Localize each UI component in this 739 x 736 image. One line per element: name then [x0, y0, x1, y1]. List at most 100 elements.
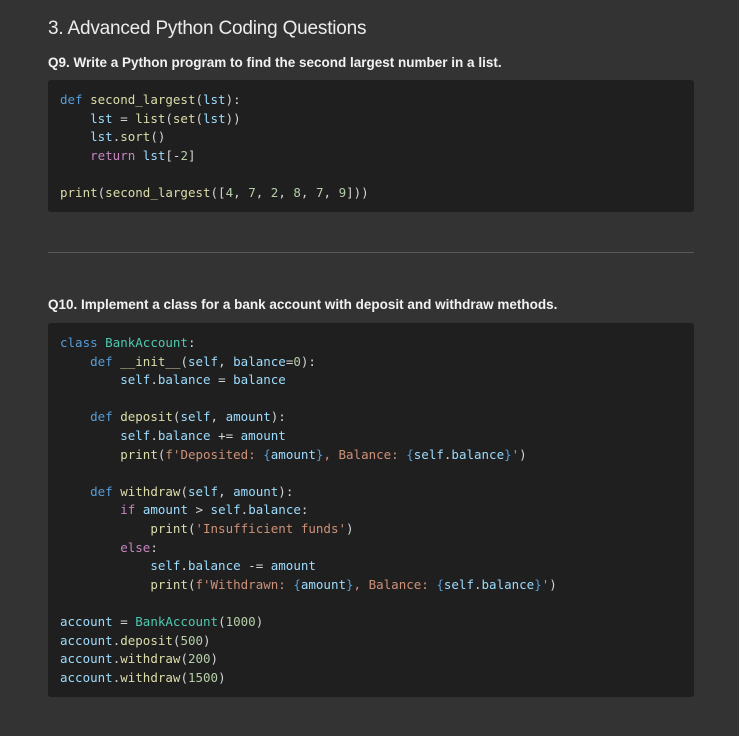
code-token: 500 [180, 632, 204, 648]
code-token: [- [165, 147, 181, 163]
code-token: ([ [210, 184, 226, 200]
code-token: amount [300, 576, 347, 592]
code-token: account [60, 632, 113, 648]
code-token: ( [180, 353, 188, 369]
code-line: self.balance = balance [60, 371, 682, 390]
code-token: = [210, 372, 234, 388]
code-token: , [218, 353, 234, 369]
code-token: = [112, 110, 136, 126]
code-line: else: [60, 539, 682, 558]
code-token: amount [233, 483, 279, 499]
code-token: ( [180, 669, 188, 685]
code-token: . [150, 372, 158, 388]
code-token: self [187, 483, 219, 499]
code-token: __init__ [120, 353, 181, 369]
code-line: print(f'Deposited: {amount}, Balance: {s… [60, 446, 682, 465]
code-token: : [300, 502, 309, 518]
code-token: , [300, 184, 316, 200]
code-token: ( [180, 483, 188, 499]
code-block-q9: def second_largest(lst): lst = list(set(… [48, 80, 694, 212]
code-token: ) [210, 651, 219, 667]
code-token: print [150, 520, 188, 536]
code-token: sort [120, 129, 151, 145]
code-token: self [150, 558, 181, 574]
code-token: print [150, 576, 188, 592]
code-token: . [473, 576, 482, 592]
code-token: 9 [338, 184, 347, 200]
code-token: self [187, 353, 219, 369]
code-line: self.balance -= amount [60, 557, 682, 576]
code-token: += [210, 427, 241, 443]
code-token: account [60, 669, 113, 685]
code-token: balance [248, 502, 301, 518]
code-token: ( [195, 92, 203, 107]
code-token: balance [451, 446, 505, 462]
code-token: . [180, 558, 188, 574]
code-token: lst [203, 110, 226, 126]
code-token: = [112, 613, 136, 629]
question-q10: Q10. Implement a class for a bank accoun… [48, 297, 558, 312]
code-token: ( [165, 110, 173, 126]
code-token: > [187, 502, 211, 518]
code-line: def second_largest(lst): [60, 91, 682, 110]
code-token: withdraw [120, 669, 181, 685]
code-token: { [406, 446, 414, 462]
code-token: return [90, 147, 136, 163]
code-token: class [60, 335, 98, 350]
code-token: } [346, 576, 354, 592]
code-token: 7 [248, 184, 256, 200]
code-token: def [90, 483, 113, 499]
code-token: f'Withdrawn: [195, 576, 294, 592]
code-line: account = BankAccount(1000) [60, 613, 682, 632]
code-line: account.withdraw(1500) [60, 669, 682, 688]
code-token: else [120, 539, 151, 555]
code-token: lst [90, 110, 113, 126]
code-token: ): [270, 409, 286, 425]
code-line: return lst[-2] [60, 147, 682, 166]
code-line: def deposit(self, amount): [60, 408, 682, 427]
code-line: def __init__(self, balance=0): [60, 353, 682, 372]
code-token: ( [195, 110, 204, 126]
code-token: lst [90, 129, 113, 145]
code-token: , Balance: [353, 576, 437, 592]
code-token: , [218, 483, 234, 499]
code-token: ) [218, 669, 226, 685]
code-token: self [120, 427, 151, 443]
code-token: list [135, 110, 166, 126]
code-token: , [233, 184, 249, 200]
code-token: withdraw [120, 483, 181, 499]
code-token: account [60, 613, 113, 629]
code-token: balance [481, 576, 535, 592]
code-token: balance [157, 372, 211, 388]
code-token: amount [240, 427, 286, 443]
code-token: second_largest [105, 184, 211, 200]
code-token: ): [225, 92, 241, 107]
code-token: BankAccount [135, 613, 219, 629]
document-page: 3. Advanced Python Coding Questions Q9. … [0, 0, 739, 736]
code-token: : [150, 539, 158, 555]
code-token: { [436, 576, 444, 592]
code-token: set [172, 110, 196, 126]
code-token: , Balance: [323, 446, 407, 462]
code-token: if [120, 502, 136, 518]
code-token: 2 [180, 147, 188, 163]
code-token: -= [240, 558, 271, 574]
code-token: BankAccount [105, 335, 188, 350]
code-token: 'Insufficient funds' [195, 520, 346, 536]
code-token: } [504, 446, 512, 462]
code-token: f'Deposited: [165, 446, 264, 462]
code-token: deposit [120, 632, 173, 648]
code-token: ( [180, 651, 188, 667]
section-heading: 3. Advanced Python Coding Questions [48, 18, 367, 39]
code-token: ): [300, 353, 316, 369]
